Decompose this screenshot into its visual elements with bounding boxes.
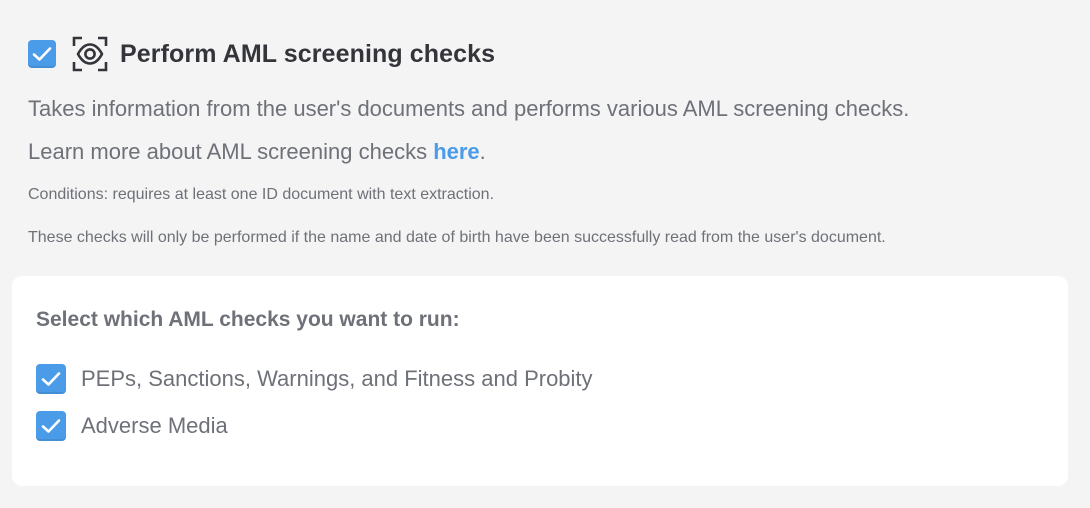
aml-enable-checkbox[interactable]: [28, 40, 56, 68]
aml-selection-card: Select which AML checks you want to run:…: [12, 276, 1068, 486]
option-adverse-media[interactable]: Adverse Media: [36, 410, 228, 442]
peps-sanctions-checkbox[interactable]: [36, 364, 66, 394]
learn-more-prefix: Learn more about AML screening checks: [28, 139, 434, 164]
adverse-media-checkbox[interactable]: [36, 411, 66, 441]
eye-scan-icon: [72, 36, 108, 72]
learn-more-text: Learn more about AML screening checks he…: [28, 139, 486, 165]
option-peps-sanctions[interactable]: PEPs, Sanctions, Warnings, and Fitness a…: [36, 363, 593, 395]
aml-screening-panel: Perform AML screening checks Takes infor…: [0, 0, 1090, 508]
option-label: PEPs, Sanctions, Warnings, and Fitness a…: [81, 366, 593, 391]
description-text: Takes information from the user's docume…: [28, 96, 910, 121]
conditions-note: Conditions: requires at least one ID doc…: [28, 186, 495, 203]
checkmark-icon: [41, 419, 61, 433]
aml-header: Perform AML screening checks: [28, 36, 495, 72]
performed-if-note: These checks will only be performed if t…: [28, 229, 886, 246]
page-title: Perform AML screening checks: [120, 39, 496, 68]
checkmark-icon: [41, 372, 61, 386]
learn-more-link[interactable]: here: [433, 139, 479, 164]
checkmark-icon: [32, 47, 52, 61]
learn-more-suffix: .: [479, 139, 486, 164]
option-label: Adverse Media: [81, 413, 228, 438]
selection-title: Select which AML checks you want to run:: [36, 308, 460, 331]
